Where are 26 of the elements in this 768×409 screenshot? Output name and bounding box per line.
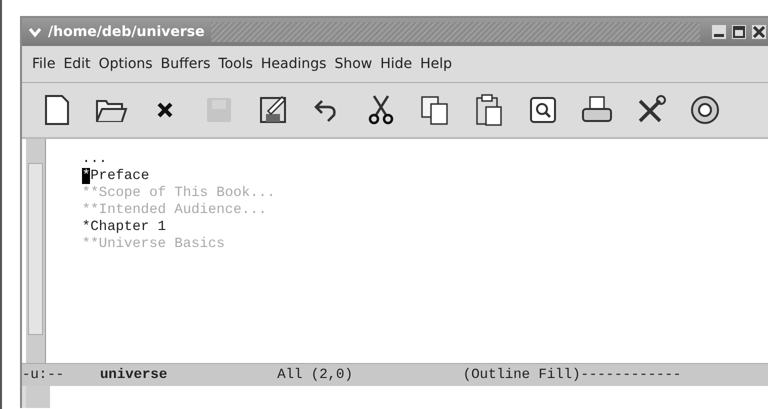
outline-line: *Preface xyxy=(82,168,150,185)
buffer-position: All (2,0) xyxy=(277,367,353,383)
window-title: /home/deb/universe xyxy=(48,24,205,40)
scrollbar[interactable] xyxy=(26,139,46,363)
mode-status: -u:-- xyxy=(22,367,64,383)
menu-item[interactable]: Tools xyxy=(218,56,253,72)
outline-line: **Intended Audience... xyxy=(82,202,268,219)
menu-item[interactable]: Options xyxy=(98,56,153,72)
outline-line: *Chapter 1 xyxy=(82,219,168,236)
lifebuoy-icon[interactable] xyxy=(688,93,722,127)
close-icon[interactable] xyxy=(752,25,766,39)
mode-names: (Outline Fill)------------ xyxy=(462,367,682,383)
menu-item[interactable]: Edit xyxy=(63,56,91,72)
minimize-icon[interactable] xyxy=(712,25,726,39)
menu-item[interactable]: Hide xyxy=(380,56,412,72)
menu-item[interactable]: Show xyxy=(334,56,372,72)
maximize-icon[interactable] xyxy=(732,25,746,39)
menu-item[interactable]: Headings xyxy=(260,56,326,72)
outline-line: ... xyxy=(82,151,108,168)
buffer-name: universe xyxy=(100,367,168,383)
menu-item[interactable]: Buffers xyxy=(160,56,210,72)
menu-item[interactable]: File xyxy=(32,56,56,72)
menu-item[interactable]: Help xyxy=(420,56,452,72)
outline-line: **Universe Basics xyxy=(82,236,226,253)
outline-line: **Scope of This Book... xyxy=(82,185,276,202)
chevron-down-icon[interactable] xyxy=(28,25,42,39)
